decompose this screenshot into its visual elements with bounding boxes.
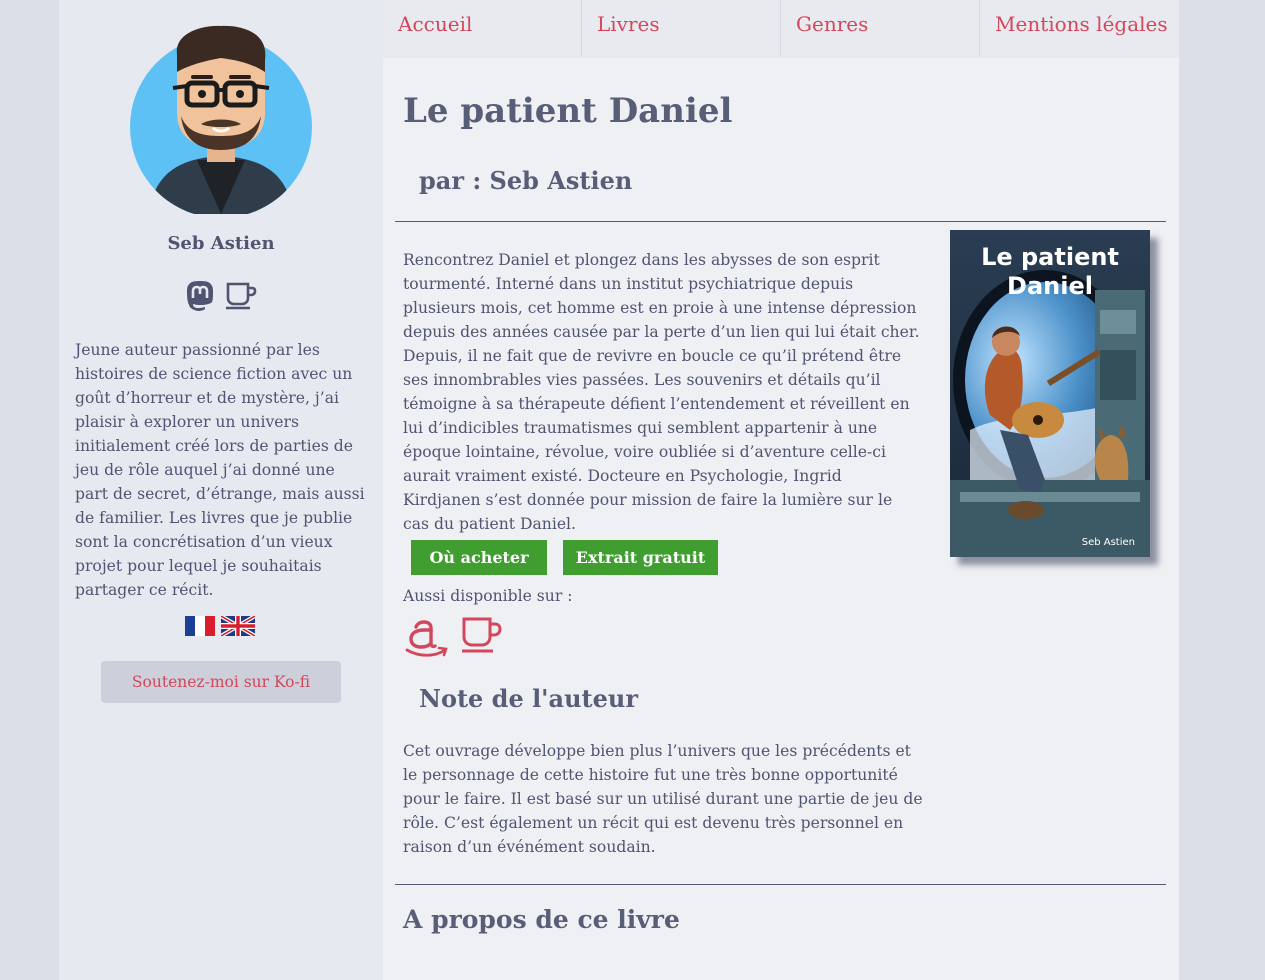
- cover-title-line1: Le patient: [981, 243, 1119, 271]
- flag-uk-icon[interactable]: [219, 614, 257, 640]
- author-name: Seb Astien: [167, 233, 275, 254]
- divider: [395, 221, 1166, 222]
- kofi-cup-icon[interactable]: [461, 616, 503, 658]
- author-note-text: Cet ouvrage développe bien plus l’univer…: [403, 742, 923, 856]
- main-nav: Accueil Livres Genres Mentions légales: [383, 0, 1179, 56]
- book-description: Rencontrez Daniel et plongez dans les ab…: [403, 251, 920, 533]
- sidebar: Seb Astien Jeune auteur passionné par le…: [59, 0, 383, 980]
- book-main: Le patient Daniel par : Seb Astien Renco…: [383, 58, 1179, 980]
- free-extract-button[interactable]: Extrait gratuit: [563, 540, 718, 575]
- language-switcher: [185, 614, 257, 640]
- book-byline: par : Seb Astien: [419, 166, 633, 195]
- cover-author: Seb Astien: [1082, 537, 1135, 548]
- book-title: Le patient Daniel: [403, 91, 733, 131]
- flag-fr-icon[interactable]: [185, 616, 215, 640]
- author-avatar[interactable]: [129, 20, 313, 218]
- divider: [395, 884, 1166, 885]
- nav-item-accueil[interactable]: Accueil: [383, 0, 582, 56]
- store-links: [403, 616, 503, 662]
- kofi-support-button[interactable]: Soutenez-moi sur Ko-fi: [101, 661, 341, 703]
- mastodon-icon[interactable]: [185, 280, 215, 316]
- about-book-heading: A propos de ce livre: [403, 905, 680, 934]
- nav-item-genres[interactable]: Genres: [781, 0, 980, 56]
- cover-title-line2: Daniel: [1007, 272, 1093, 300]
- book-cover[interactable]: Le patient Daniel Seb Astien: [950, 230, 1150, 557]
- nav-item-livres[interactable]: Livres: [582, 0, 781, 56]
- author-note-heading: Note de l'auteur: [419, 684, 638, 713]
- also-available-label: Aussi disponible sur :: [403, 587, 573, 605]
- social-links: [185, 280, 257, 316]
- where-to-buy-button[interactable]: Où acheter: [411, 540, 547, 575]
- author-bio: Jeune auteur passionné par les histoires…: [75, 341, 365, 599]
- nav-item-mentions-legales[interactable]: Mentions légales: [980, 0, 1179, 56]
- amazon-icon[interactable]: [403, 616, 449, 662]
- kofi-cup-icon[interactable]: [225, 280, 257, 316]
